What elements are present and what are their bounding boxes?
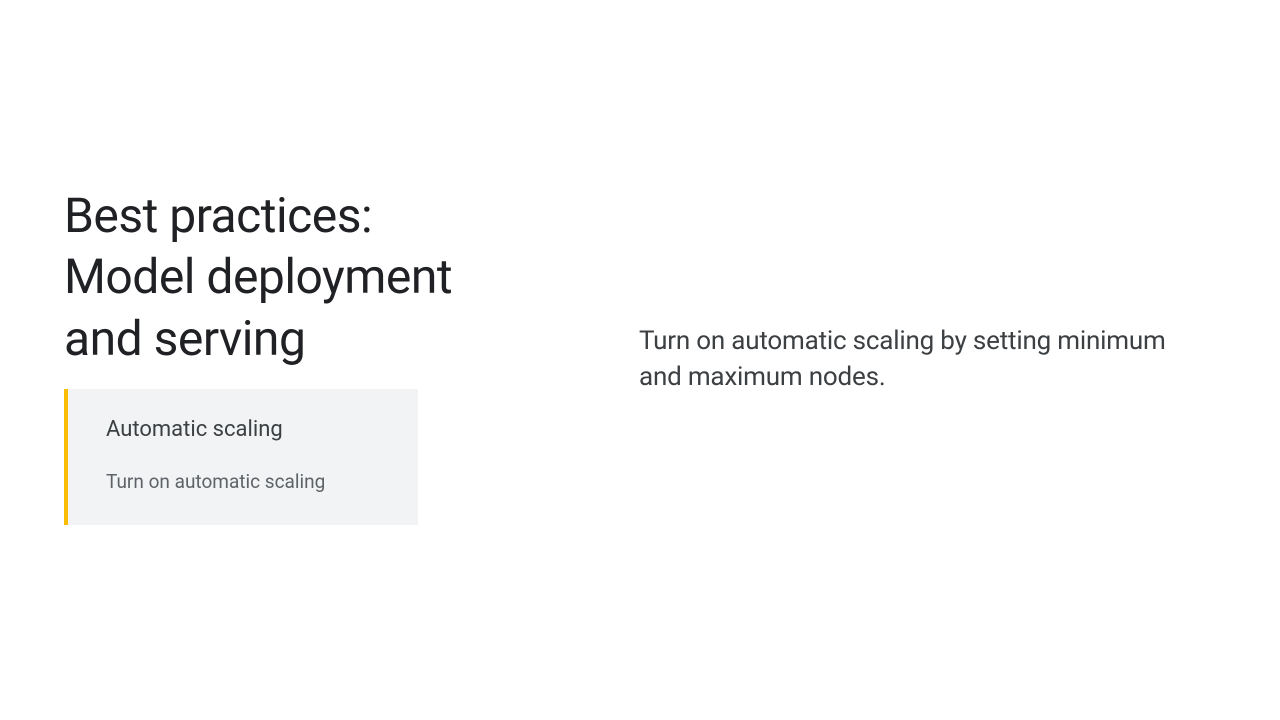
right-column: Turn on automatic scaling by setting min… (639, 324, 1179, 396)
callout-card: Automatic scaling Turn on automatic scal… (64, 389, 418, 525)
callout-subtitle: Turn on automatic scaling (106, 470, 388, 493)
slide-container: Best practices: Model deployment and ser… (0, 0, 1280, 720)
heading-line-1: Best practices: (64, 187, 372, 244)
heading-line-2: Model deployment (64, 248, 452, 305)
slide-heading: Best practices: Model deployment and ser… (64, 185, 544, 369)
heading-line-3: and serving (64, 310, 305, 367)
left-column: Best practices: Model deployment and ser… (64, 185, 544, 525)
callout-title: Automatic scaling (106, 417, 388, 442)
body-text: Turn on automatic scaling by setting min… (639, 324, 1179, 396)
